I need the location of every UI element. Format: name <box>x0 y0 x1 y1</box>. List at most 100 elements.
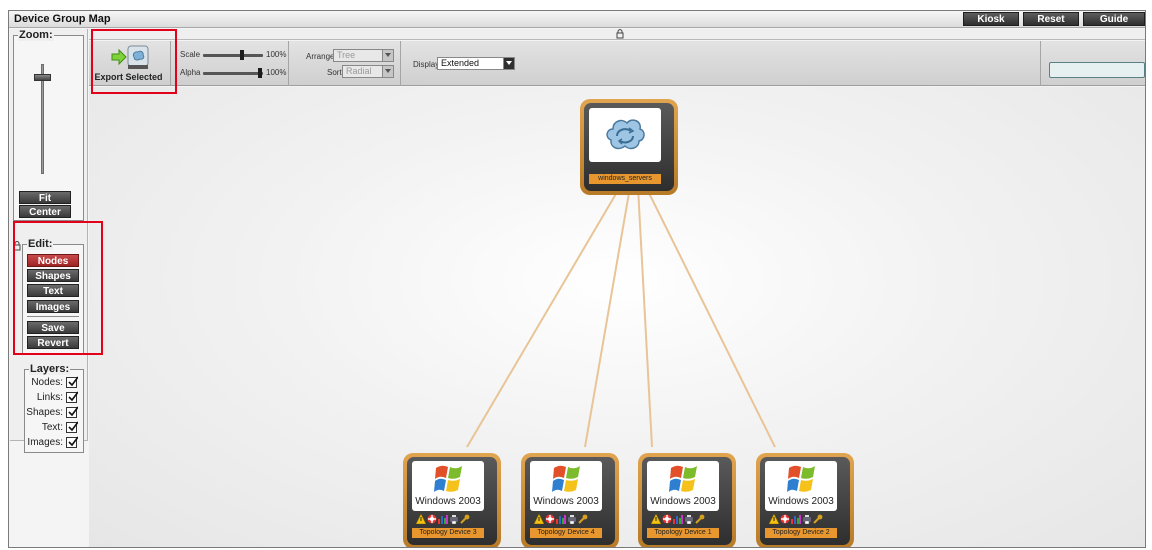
arrange-select[interactable]: Tree <box>333 49 394 62</box>
revert-button[interactable]: Revert <box>27 336 79 349</box>
bar-chart-icon[interactable] <box>791 514 801 524</box>
save-button[interactable]: Save <box>27 321 79 334</box>
lifebuoy-icon[interactable] <box>427 514 437 524</box>
layer-text[interactable]: Text: <box>42 421 78 435</box>
sort-select[interactable]: Radial <box>342 65 394 78</box>
export-section: Export Selected <box>89 41 171 86</box>
warning-icon[interactable] <box>416 514 426 524</box>
chevron-down-icon <box>382 50 393 61</box>
map-canvas[interactable]: windows_servers Windows 2003 Topology De… <box>89 87 1145 547</box>
title-bar: Device Group Map Kiosk Reset Guide <box>9 11 1145 28</box>
wrench-icon[interactable] <box>460 514 470 524</box>
window-title: Device Group Map <box>14 13 111 25</box>
arrange-label: Arrange <box>306 52 335 61</box>
layer-nodes-label: Nodes: <box>31 377 63 388</box>
text-button[interactable]: Text <box>27 284 79 297</box>
zoom-panel: Zoom: Fit Center <box>13 29 84 221</box>
node-label: Topology Device 4 <box>530 528 602 538</box>
guide-button[interactable]: Guide <box>1083 12 1145 26</box>
layer-links-checkbox[interactable] <box>66 391 78 403</box>
lifebuoy-icon[interactable] <box>545 514 555 524</box>
scale-value: 100% <box>266 50 287 59</box>
layer-shapes-checkbox[interactable] <box>66 406 78 418</box>
center-button[interactable]: Center <box>19 205 71 218</box>
edit-legend: Edit: <box>27 238 54 250</box>
cloud-icon <box>606 119 645 150</box>
lifebuoy-icon[interactable] <box>780 514 790 524</box>
arrange-select-value: Tree <box>337 50 356 60</box>
wrench-icon[interactable] <box>695 514 705 524</box>
export-icon <box>111 45 149 69</box>
link-line <box>584 186 631 448</box>
images-button[interactable]: Images <box>27 300 79 313</box>
node-image: Windows 2003 <box>530 461 602 511</box>
printer-icon[interactable] <box>684 514 694 524</box>
alpha-slider-handle[interactable] <box>258 68 262 78</box>
link-line <box>466 186 621 448</box>
fit-button[interactable]: Fit <box>19 191 71 204</box>
layer-shapes[interactable]: Shapes: <box>26 406 78 420</box>
wrench-icon[interactable] <box>578 514 588 524</box>
scale-slider-handle[interactable] <box>240 50 244 60</box>
layer-images-checkbox[interactable] <box>66 436 78 448</box>
display-select-value: Extended <box>441 58 480 68</box>
lock-icon[interactable] <box>615 29 625 39</box>
export-selected-button[interactable]: Export Selected <box>91 42 166 84</box>
wrench-icon[interactable] <box>813 514 823 524</box>
layers-panel: Layers: Nodes: Links: Shapes: Text: Imag… <box>24 363 84 453</box>
windows-logo-icon <box>669 465 697 492</box>
sort-select-value: Radial <box>346 66 372 76</box>
device-node[interactable]: Windows 2003 Topology Device 4 <box>521 453 619 547</box>
node-label: Topology Device 1 <box>647 528 719 538</box>
os-label: Windows 2003 <box>650 496 716 507</box>
nodes-button[interactable]: Nodes <box>27 254 79 267</box>
zoom-slider-handle[interactable] <box>34 74 51 81</box>
search-input[interactable] <box>1049 62 1145 78</box>
layer-nodes[interactable]: Nodes: <box>31 376 78 390</box>
shapes-button[interactable]: Shapes <box>27 269 79 282</box>
warning-icon[interactable] <box>769 514 779 524</box>
layer-text-checkbox[interactable] <box>66 421 78 433</box>
left-panel: Zoom: Fit Center Edit: Nodes Shapes Text… <box>10 29 88 453</box>
layer-images[interactable]: Images: <box>27 436 78 450</box>
bar-chart-icon[interactable] <box>556 514 566 524</box>
root-node[interactable]: windows_servers <box>580 99 678 195</box>
display-section: Display Extended <box>402 41 1041 86</box>
bar-chart-icon[interactable] <box>673 514 683 524</box>
lifebuoy-icon[interactable] <box>662 514 672 524</box>
scale-slider-track[interactable] <box>203 54 263 57</box>
os-label: Windows 2003 <box>415 496 481 507</box>
alpha-label: Alpha <box>180 68 201 77</box>
layer-shapes-label: Shapes: <box>26 407 63 418</box>
sort-label: Sort <box>327 68 342 77</box>
os-label: Windows 2003 <box>533 496 599 507</box>
chevron-down-icon <box>382 66 393 77</box>
device-group-map-window: Device Group Map Kiosk Reset Guide Zoom:… <box>8 10 1146 548</box>
edit-lock-icon[interactable] <box>13 241 21 251</box>
device-node[interactable]: Windows 2003 Topology Device 3 <box>403 453 501 547</box>
warning-icon[interactable] <box>651 514 661 524</box>
windows-logo-icon <box>434 465 462 492</box>
reset-button[interactable]: Reset <box>1023 12 1079 26</box>
node-label: Topology Device 2 <box>765 528 837 538</box>
warning-icon[interactable] <box>534 514 544 524</box>
device-node[interactable]: Windows 2003 Topology Device 2 <box>756 453 854 547</box>
display-select[interactable]: Extended <box>437 57 515 70</box>
bar-chart-icon[interactable] <box>438 514 448 524</box>
printer-icon[interactable] <box>449 514 459 524</box>
status-icons <box>651 514 715 525</box>
layer-nodes-checkbox[interactable] <box>66 376 78 388</box>
device-node[interactable]: Windows 2003 Topology Device 1 <box>638 453 736 547</box>
status-icons <box>416 514 480 525</box>
alpha-value: 100% <box>266 68 287 77</box>
display-label: Display <box>413 60 440 69</box>
kiosk-button[interactable]: Kiosk <box>963 12 1019 26</box>
scale-alpha-section: Scale 100% Alpha 100% <box>172 41 289 86</box>
toolbar-lock-bar <box>89 29 1145 40</box>
alpha-slider-track[interactable] <box>203 72 263 75</box>
status-icons <box>534 514 598 525</box>
printer-icon[interactable] <box>567 514 577 524</box>
windows-logo-icon <box>552 465 580 492</box>
printer-icon[interactable] <box>802 514 812 524</box>
layer-links[interactable]: Links: <box>37 391 78 405</box>
